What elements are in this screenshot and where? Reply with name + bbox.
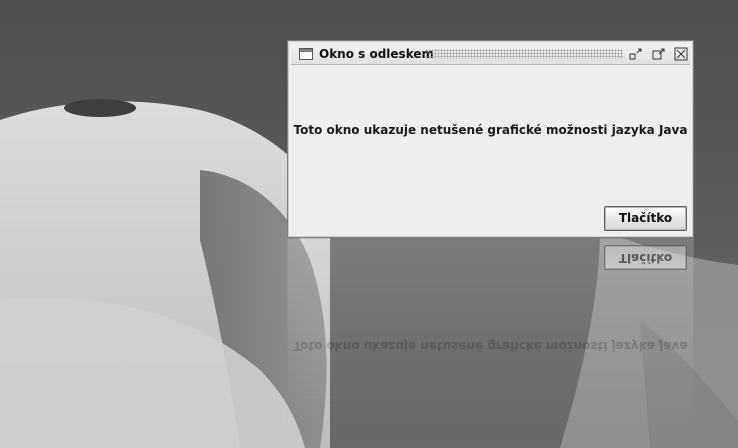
titlebar-grip: [425, 49, 623, 59]
window-message: Toto okno ukazuje netušené grafické možn…: [293, 123, 688, 137]
reflection-window: Okno s odleskem Toto okno ukazuje netuše…: [287, 40, 694, 238]
dune-crest-shadow: [64, 99, 136, 117]
window-app-icon: [299, 48, 313, 60]
maximize-icon[interactable]: [652, 47, 666, 61]
window-titlebar[interactable]: Okno s odleskem: [291, 44, 690, 65]
iconify-icon[interactable]: [629, 47, 643, 61]
desktop-background: Okno s odleskem Toto okno ukazuje netuše…: [0, 0, 738, 448]
window-title: Okno s odleskem: [319, 47, 434, 61]
push-button[interactable]: Tlačítko: [604, 206, 687, 231]
close-icon[interactable]: [674, 47, 688, 61]
